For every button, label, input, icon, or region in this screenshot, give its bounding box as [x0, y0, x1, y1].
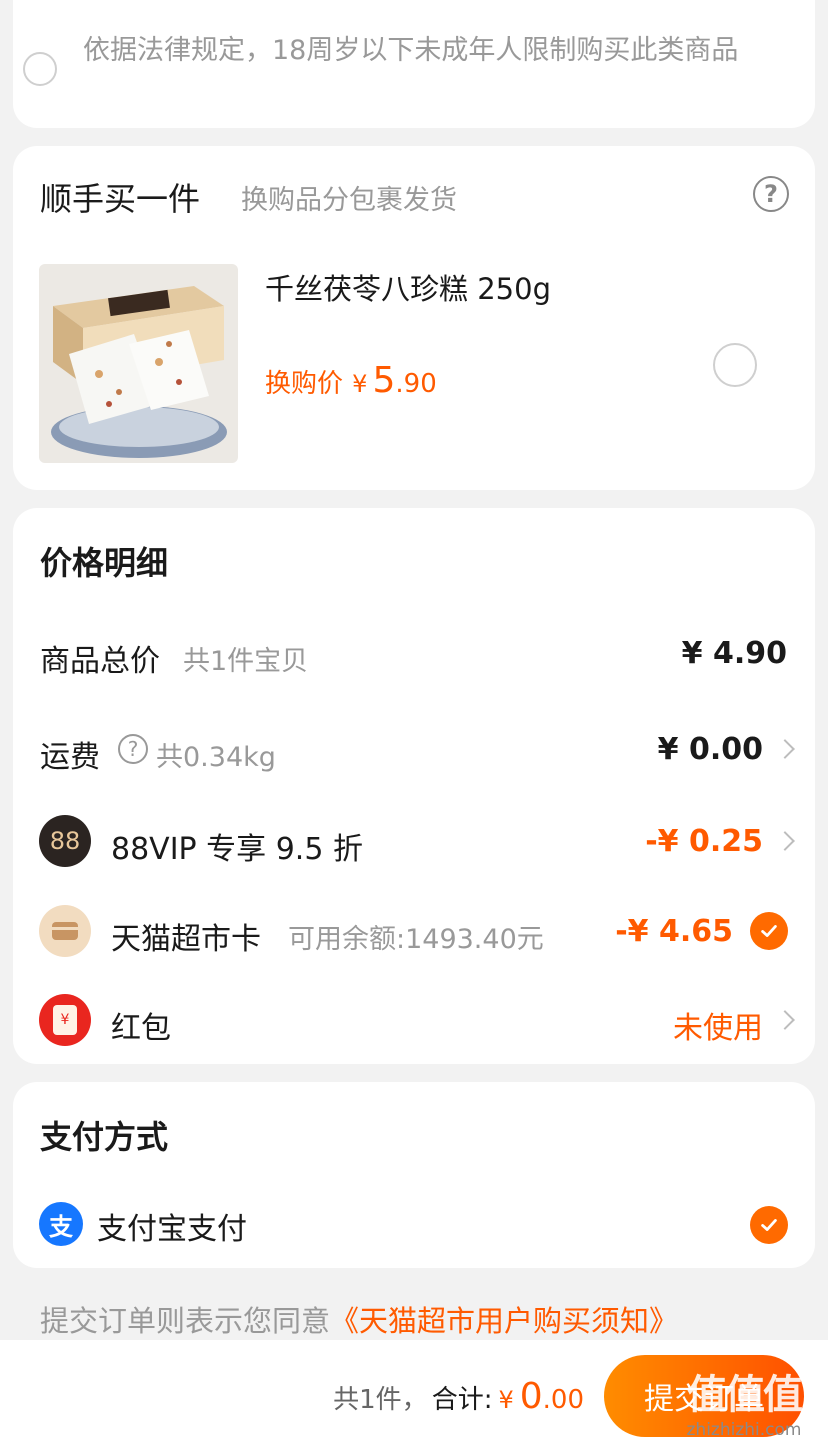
shipping-label: 运费 [40, 740, 100, 775]
payment-card: 支付方式 支 支付宝支付 [13, 1082, 815, 1268]
alipay-label[interactable]: 支付宝支付 [97, 1204, 247, 1248]
vip-discount-label: 88VIP 专享 9.5 折 [111, 832, 363, 867]
submit-order-button[interactable]: 提交订单 [604, 1355, 804, 1437]
product-name[interactable]: 千丝茯苓八珍糕 250g [265, 266, 551, 308]
tmall-card-amount: -¥ 4.65 [615, 914, 733, 949]
alipay-check-icon[interactable] [750, 1206, 788, 1244]
addon-select-radio[interactable] [713, 343, 757, 387]
addon-card: 顺手买一件 换购品分包裹发货 ? 千丝茯苓八珍糕 250g 换购价 ¥ 5.90 [13, 146, 815, 490]
shipping-amount: ¥ 0.00 [657, 732, 763, 767]
tmall-card-check-icon[interactable] [750, 912, 788, 950]
total-int: 0 [519, 1376, 543, 1417]
total-currency: ¥ [498, 1386, 514, 1414]
item-count: 共1件， [333, 1385, 428, 1415]
vip-chevron-icon[interactable] [775, 831, 795, 851]
shipping-weight: 共0.34kg [156, 742, 276, 773]
age-notice-text: 依据法律规定，18周岁以下未成年人限制购买此类商品 [83, 35, 739, 66]
vip-88-icon: 88 [39, 815, 91, 867]
price-label: 换购价 [265, 369, 344, 399]
price-detail-card: 价格明细 商品总价 共1件宝贝 ¥ 4.90 运费 ? 共0.34kg ¥ 0.… [13, 508, 815, 1064]
total-label: 合计: [431, 1385, 493, 1415]
red-packet-label: 红包 [111, 1011, 171, 1046]
age-confirm-radio[interactable] [23, 52, 57, 86]
goods-total-count: 共1件宝贝 [183, 646, 309, 677]
price-currency: ¥ [352, 370, 368, 398]
payment-title: 支付方式 [40, 1118, 169, 1156]
alipay-icon: 支 [39, 1202, 83, 1246]
agreement-link[interactable]: 《天猫超市用户购买须知》 [330, 1304, 678, 1338]
bottom-bar: 共1件， 合计: ¥ 0.00 提交订单 [0, 1340, 828, 1450]
product-image[interactable] [39, 264, 238, 463]
tmall-card-label: 天猫超市卡 [111, 922, 261, 957]
age-notice-card: 依据法律规定，18周岁以下未成年人限制购买此类商品 [13, 0, 815, 128]
price-detail-title: 价格明细 [40, 544, 169, 582]
question-circle-icon[interactable]: ? [753, 176, 789, 212]
shipping-chevron-icon[interactable] [775, 739, 795, 759]
submit-order-label: 提交订单 [644, 1382, 764, 1417]
red-packet-status[interactable]: 未使用 [673, 1003, 763, 1047]
red-packet-chevron-icon[interactable] [775, 1010, 795, 1030]
agreement-text: 提交订单则表示您同意《天猫超市用户购买须知》 [40, 1304, 679, 1338]
order-summary: 共1件， 合计: ¥ 0.00 [333, 1376, 584, 1417]
tmall-card-balance: 可用余额:1493.40元 [288, 924, 544, 955]
red-packet-icon: ¥ [39, 994, 91, 1046]
addon-subtitle: 换购品分包裹发货 [241, 185, 457, 216]
goods-total-label: 商品总价 [40, 644, 160, 679]
shipping-help-icon[interactable]: ? [118, 734, 148, 764]
vip-discount-amount: -¥ 0.25 [645, 824, 763, 859]
tmall-card-icon [39, 905, 91, 957]
goods-total-amount: ¥ 4.90 [681, 636, 787, 671]
price-dec: .90 [395, 369, 437, 399]
product-price: 换购价 ¥ 5.90 [265, 360, 437, 401]
price-int: 5 [372, 360, 396, 401]
total-dec: .00 [542, 1385, 584, 1415]
addon-title: 顺手买一件 [40, 180, 201, 218]
